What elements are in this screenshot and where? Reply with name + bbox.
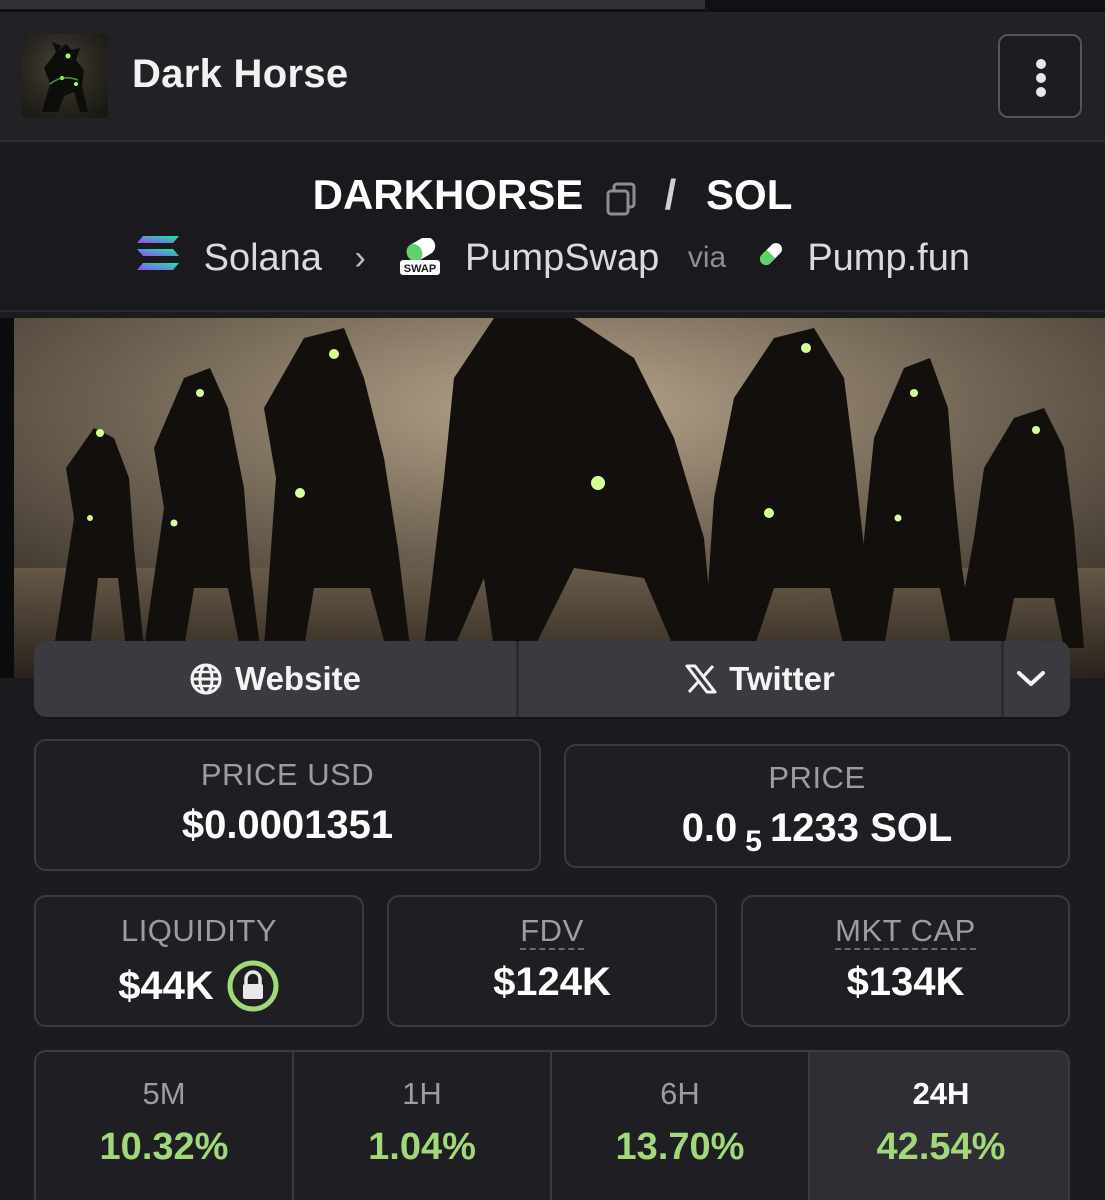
- website-label: Website: [235, 660, 361, 697]
- chevron-down-icon: [1017, 671, 1045, 686]
- more-menu-button[interactable]: [998, 34, 1082, 118]
- timeframe-label: 24H: [912, 1076, 970, 1111]
- twitter-label: Twitter: [729, 660, 835, 697]
- timeframe-label: 5M: [142, 1076, 186, 1111]
- more-vertical-icon-dot: [1036, 73, 1046, 83]
- pair-title: DARKHORSE / SOL: [0, 168, 1105, 219]
- via-label: via: [687, 241, 727, 274]
- banner-edge: [0, 318, 14, 678]
- base-symbol: DARKHORSE: [312, 170, 584, 218]
- price-native-card: PRICE 0.0 5 1233 SOL: [564, 744, 1070, 868]
- pumpswap-icon: SWAP: [398, 237, 442, 278]
- token-name: Dark Horse: [132, 52, 349, 96]
- swap-badge-text: SWAP: [404, 263, 436, 275]
- copy-icon[interactable]: [605, 178, 637, 216]
- solana-icon: [135, 234, 181, 282]
- fdv-card: FDV $124K: [387, 895, 717, 1027]
- fdv-label[interactable]: FDV: [520, 915, 584, 950]
- price-usd-label: PRICE USD: [200, 757, 375, 792]
- price-prefix: 0.0: [681, 806, 738, 850]
- token-banner-image: [14, 318, 1105, 678]
- chain-link[interactable]: Solana: [204, 237, 322, 280]
- lock-icon[interactable]: [226, 959, 280, 1013]
- header: Dark Horse: [0, 12, 1105, 142]
- price-usd-value: $0.0001351: [181, 803, 394, 847]
- price-zero-count: 5: [745, 825, 762, 858]
- timeframe-change: 1.04%: [368, 1126, 476, 1168]
- liquidity-value: $44K: [118, 963, 214, 1008]
- timeframe-6h[interactable]: 6H 13.70%: [552, 1052, 810, 1200]
- token-avatar: [22, 34, 108, 118]
- chevron-right-icon: ›: [354, 238, 366, 277]
- more-vertical-icon: [1036, 59, 1046, 69]
- chain-line: Solana › SWAP PumpSwap via Pump.fun: [0, 234, 1105, 282]
- launchpad-link[interactable]: Pump.fun: [807, 237, 970, 280]
- liquidity-label: LIQUIDITY: [120, 913, 278, 948]
- dex-link[interactable]: PumpSwap: [465, 237, 659, 280]
- top-strip: [0, 0, 1105, 12]
- progress-segment: [0, 0, 705, 9]
- timeframe-label: 1H: [402, 1076, 442, 1111]
- quote-symbol: SOL: [706, 170, 793, 218]
- mktcap-label[interactable]: MKT CAP: [835, 915, 976, 950]
- more-vertical-icon-dot: [1036, 87, 1046, 97]
- timeframe-selector: 5M 10.32% 1H 1.04% 6H 13.70% 24H 42.54%: [34, 1050, 1070, 1200]
- mktcap-value: $134K: [846, 960, 965, 1004]
- price-native-value: 0.0 5 1233 SOL: [566, 806, 1068, 858]
- price-usd-card: PRICE USD $0.0001351: [34, 739, 541, 871]
- x-icon: [685, 664, 717, 694]
- timeframe-change: 13.70%: [615, 1126, 745, 1168]
- more-links-button[interactable]: [1004, 641, 1070, 717]
- timeframe-1h[interactable]: 1H 1.04%: [294, 1052, 552, 1200]
- timeframe-change: 42.54%: [876, 1126, 1006, 1168]
- twitter-button[interactable]: Twitter: [519, 641, 1001, 717]
- social-links-bar: Website Twitter: [34, 641, 1070, 717]
- timeframe-change: 10.32%: [99, 1126, 229, 1168]
- fdv-value: $124K: [493, 960, 611, 1004]
- website-button[interactable]: Website: [34, 641, 516, 717]
- price-label: PRICE: [768, 760, 866, 795]
- pair-bar: DARKHORSE / SOL Solana › SWAP PumpSwap v…: [0, 144, 1105, 312]
- timeframe-24h[interactable]: 24H 42.54%: [810, 1052, 1068, 1200]
- globe-icon: [190, 663, 222, 695]
- timeframe-5m[interactable]: 5M 10.32%: [36, 1052, 294, 1200]
- pair-separator: /: [664, 170, 677, 218]
- liquidity-value-row: $44K: [36, 959, 362, 1013]
- price-suffix: 1233 SOL: [769, 806, 953, 850]
- mktcap-card: MKT CAP $134K: [741, 895, 1070, 1027]
- pumpfun-icon: [755, 237, 787, 280]
- timeframe-label: 6H: [660, 1076, 700, 1111]
- liquidity-card: LIQUIDITY $44K: [34, 895, 364, 1027]
